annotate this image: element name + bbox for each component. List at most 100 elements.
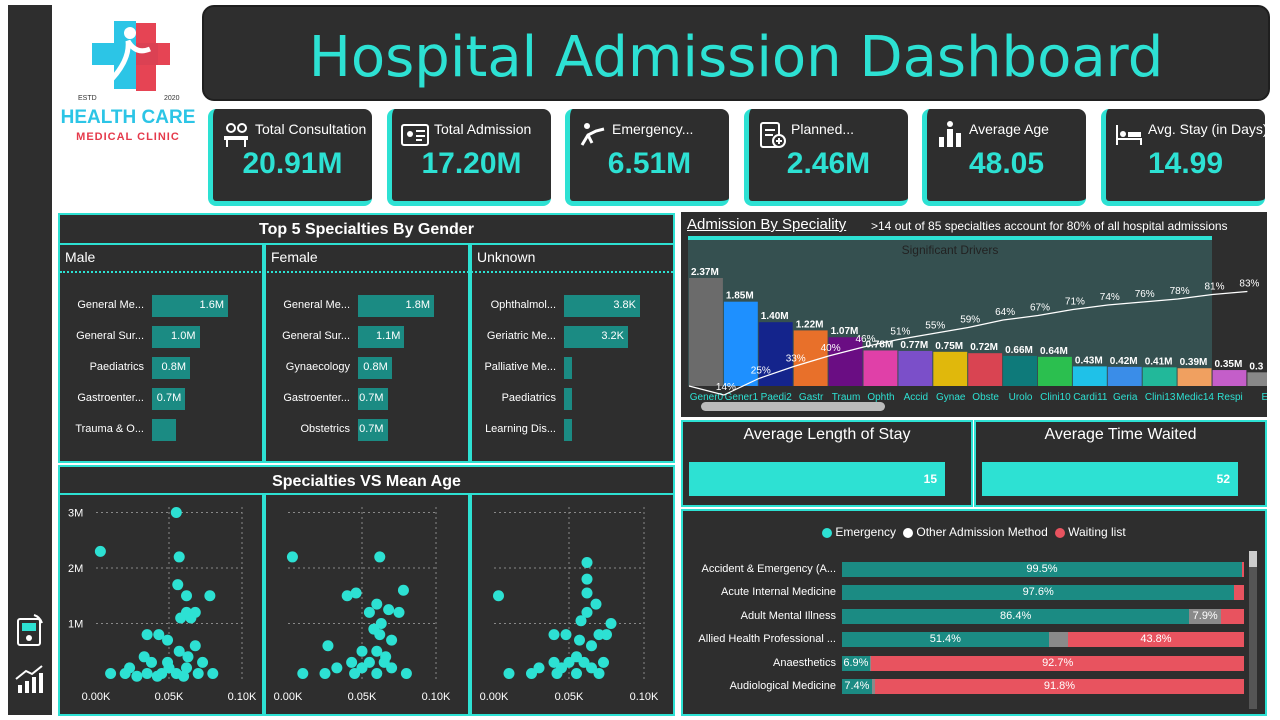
avg-los-value: 15 bbox=[923, 472, 937, 486]
bed-icon bbox=[1116, 125, 1142, 145]
pareto-bar bbox=[1212, 370, 1247, 386]
emergency-segment: 51.4% bbox=[842, 632, 1049, 648]
left-sidebar bbox=[8, 5, 52, 715]
scatter-point bbox=[173, 551, 185, 563]
gender-group-header: Unknown bbox=[477, 249, 536, 265]
kpi-label: Emergency... bbox=[612, 121, 694, 137]
avg-los-card: Average Length of Stay 15 bbox=[681, 420, 973, 507]
kpi-label: Total Admission bbox=[434, 121, 532, 137]
pareto-category: E bbox=[1262, 392, 1267, 403]
emergency-segment: 99.5% bbox=[842, 562, 1242, 577]
gender-bar[interactable]: 1.6M bbox=[152, 295, 228, 317]
method-row-label: Adult Mental Illness bbox=[740, 609, 836, 622]
gender-bar[interactable]: 0.7M bbox=[152, 388, 186, 410]
card-title: Average Length of Stay bbox=[743, 426, 911, 443]
scatter-point bbox=[286, 551, 298, 563]
method-row[interactable]: 97.6% bbox=[842, 585, 1244, 601]
gender-group-header: Male bbox=[65, 249, 96, 265]
scatter-y-tick: 3M bbox=[68, 508, 83, 520]
scatter-x-tick: 0.05K bbox=[155, 691, 184, 703]
scatter-point bbox=[204, 590, 216, 602]
other-segment bbox=[1048, 632, 1068, 648]
method-row[interactable]: 6.9% 92.7% bbox=[842, 655, 1244, 671]
gender-group-header: Female bbox=[271, 249, 318, 265]
scatter-point bbox=[503, 667, 515, 679]
avg-wait-card: Average Time Waited 52 bbox=[974, 420, 1267, 507]
pareto-bar-value: 0.41M bbox=[1145, 356, 1173, 367]
card-title: Average Time Waited bbox=[1044, 426, 1197, 443]
cumulative-label: 67% bbox=[1030, 303, 1050, 314]
scatter-point bbox=[581, 587, 593, 599]
gender-bar[interactable] bbox=[152, 419, 176, 441]
pareto-note: >14 out of 85 specialties account for 80… bbox=[871, 219, 1228, 233]
waiting-segment: 92.7% bbox=[871, 655, 1244, 671]
scatter-chart: 0.00K 0.05K 0.10K 0.00K 0.05K 0.10K 0.00K 0.05K… bbox=[68, 507, 659, 703]
pareto-bar bbox=[689, 278, 723, 386]
medical-device-icon[interactable] bbox=[16, 613, 44, 652]
gender-bar[interactable]: 3.2K bbox=[564, 326, 628, 348]
gender-bar-label: General Me... bbox=[283, 299, 350, 311]
scatter-point bbox=[162, 634, 174, 646]
growth-chart-icon[interactable] bbox=[14, 665, 46, 700]
scatter-point bbox=[346, 656, 358, 668]
gender-bar[interactable]: 0.7M bbox=[358, 388, 388, 410]
pareto-bar-value: 0.72M bbox=[970, 342, 998, 353]
gender-bar[interactable] bbox=[564, 357, 572, 379]
gender-bar[interactable]: 1.1M bbox=[358, 326, 405, 348]
scatter-x-tick: 0.00K bbox=[82, 691, 111, 703]
kpi-total-consultation: Total Consultation 20.91M bbox=[208, 109, 372, 206]
legend-waiting[interactable]: Waiting list bbox=[1055, 525, 1126, 539]
band-label: Significant Drivers bbox=[902, 243, 999, 257]
scatter-point bbox=[571, 667, 582, 679]
gender-bar-value: 0.8M bbox=[161, 361, 186, 373]
scatter-point bbox=[192, 667, 204, 679]
cumulative-label: 76% bbox=[1135, 289, 1155, 300]
scatter-point bbox=[175, 612, 187, 624]
gender-bar[interactable]: 0.7M bbox=[358, 419, 388, 441]
legend-emergency[interactable]: Emergency bbox=[822, 525, 896, 539]
cumulative-label: 74% bbox=[1100, 292, 1120, 303]
kpi-value: 17.20M bbox=[421, 147, 522, 180]
kpi-emergency: Emergency... 6.51M bbox=[565, 109, 729, 206]
gender-bar[interactable]: 1.8M bbox=[358, 295, 434, 317]
method-row[interactable]: 99.5% bbox=[842, 562, 1244, 577]
scatter-x-tick: 0.10K bbox=[422, 691, 451, 703]
pareto-category: Obste bbox=[972, 392, 999, 403]
vertical-scrollbar[interactable] bbox=[1249, 551, 1257, 709]
pareto-bar bbox=[1003, 355, 1037, 386]
gender-bar-value: 1.0M bbox=[171, 330, 196, 342]
pareto-category: Respi bbox=[1217, 392, 1243, 403]
emergency-segment: 6.9% bbox=[842, 655, 870, 671]
pareto-category: Gynae bbox=[936, 392, 966, 403]
gender-bar[interactable]: 0.8M bbox=[152, 357, 190, 379]
logo-year: 2020 bbox=[164, 95, 180, 102]
scatter-point bbox=[151, 670, 163, 682]
scatter-point bbox=[581, 556, 593, 568]
scatter-point bbox=[319, 667, 331, 679]
gender-bar[interactable] bbox=[564, 419, 572, 441]
gender-bar[interactable]: 1.0M bbox=[152, 326, 200, 348]
method-row[interactable]: 7.4% 91.8% bbox=[842, 679, 1244, 694]
pareto-category: Cardi11 bbox=[1073, 392, 1108, 403]
pareto-bar-value: 0.77M bbox=[900, 340, 928, 351]
gender-bar[interactable]: 0.8M bbox=[358, 357, 392, 379]
legend-other[interactable]: Other Admission Method bbox=[903, 525, 1048, 539]
gender-bar-label: Gynaecology bbox=[285, 361, 350, 373]
panel-title: Specialties VS Mean Age bbox=[272, 473, 461, 490]
method-row[interactable]: 51.4% 43.8% bbox=[842, 632, 1244, 648]
gender-bar[interactable] bbox=[564, 388, 572, 410]
scatter-y-tick: 2M bbox=[68, 563, 83, 575]
gender-bar[interactable]: 3.8K bbox=[564, 295, 640, 317]
scatter-x-tick: 0.00K bbox=[274, 691, 303, 703]
avg-wait-value: 52 bbox=[1216, 472, 1230, 486]
pareto-category: Urolo bbox=[1009, 392, 1033, 403]
id-card-icon bbox=[401, 124, 429, 146]
waiting-segment: 43.8% bbox=[1067, 632, 1244, 648]
gender-bar-value: 3.2K bbox=[601, 330, 624, 342]
horizontal-scrollbar[interactable] bbox=[701, 402, 885, 411]
pareto-title: Admission By Speciality bbox=[687, 216, 847, 233]
kpi-value: 20.91M bbox=[242, 147, 343, 180]
method-row[interactable]: 86.4% 7.9% bbox=[842, 608, 1244, 624]
scatter-point bbox=[371, 667, 383, 679]
scatter-point bbox=[141, 667, 153, 679]
